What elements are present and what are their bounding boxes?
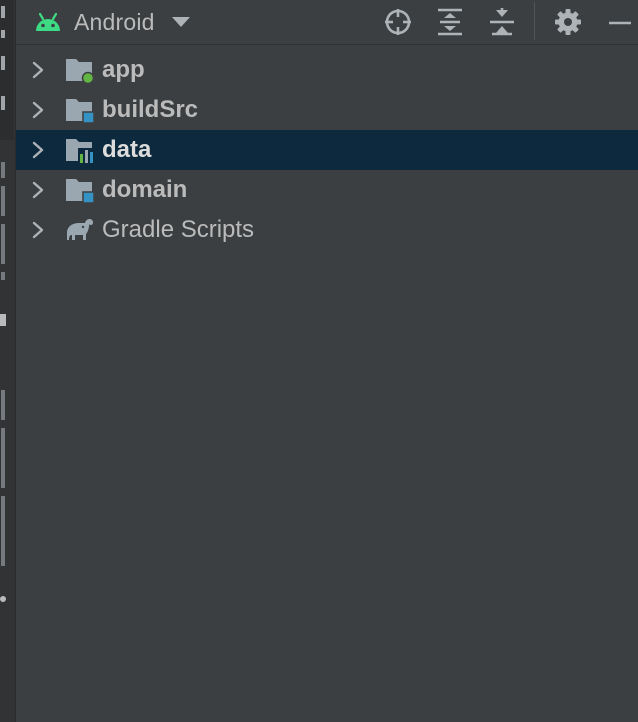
crosshair-icon: [385, 9, 411, 35]
tree-node-label: Gradle Scripts: [102, 216, 255, 243]
tree-node-label: domain: [102, 176, 188, 203]
chevron-right-icon[interactable]: [30, 220, 46, 240]
tree-node-domain[interactable]: domain: [16, 170, 638, 210]
gradle-elephant-icon: [67, 219, 94, 240]
locate-file-button[interactable]: [380, 4, 416, 40]
app-module-icon: [66, 59, 95, 84]
resource-manager-side-tab[interactable]: [0, 158, 14, 298]
chevron-right-icon[interactable]: [30, 60, 46, 80]
expand-all-button[interactable]: [432, 4, 468, 40]
tree-node-label: app: [102, 56, 145, 83]
tree-node-label: buildSrc: [102, 96, 199, 123]
project-tree: app buildSrc data domain Gradle Scripts: [16, 50, 638, 250]
collapse-all-button[interactable]: [484, 4, 520, 40]
tool-window-header: Android: [16, 0, 638, 45]
project-tool-window: Android app buildSrc data domain Gradle …: [0, 0, 638, 722]
gear-icon: [555, 9, 581, 35]
library-module-icon: [66, 139, 94, 164]
chevron-right-icon[interactable]: [30, 140, 46, 160]
tree-node-app[interactable]: app: [16, 50, 638, 90]
side-strip-separator: [0, 314, 6, 326]
tree-node-buildsrc[interactable]: buildSrc: [16, 90, 638, 130]
collapse-all-icon: [490, 8, 514, 36]
view-mode-selector[interactable]: Android: [34, 7, 191, 37]
tree-node-gradle-scripts[interactable]: Gradle Scripts: [16, 210, 638, 250]
module-folder-icon: [66, 99, 95, 124]
project-side-tab[interactable]: [0, 0, 14, 140]
chevron-right-icon[interactable]: [30, 180, 46, 200]
left-tool-strip: [0, 0, 16, 722]
hide-tool-window-button[interactable]: [602, 4, 638, 40]
side-strip-indicator: [0, 596, 6, 602]
minimize-icon: [609, 21, 631, 25]
tree-node-label: data: [102, 136, 152, 163]
expand-all-icon: [438, 8, 462, 36]
chevron-right-icon[interactable]: [30, 100, 46, 120]
tree-node-data[interactable]: data: [16, 130, 638, 170]
settings-button[interactable]: [550, 4, 586, 40]
android-icon: [36, 12, 60, 31]
build-variants-side-tab[interactable]: [0, 386, 14, 576]
chevron-down-icon: [171, 17, 190, 27]
module-folder-icon: [66, 179, 95, 204]
view-mode-label: Android: [74, 8, 155, 35]
toolbar-separator: [534, 2, 535, 40]
